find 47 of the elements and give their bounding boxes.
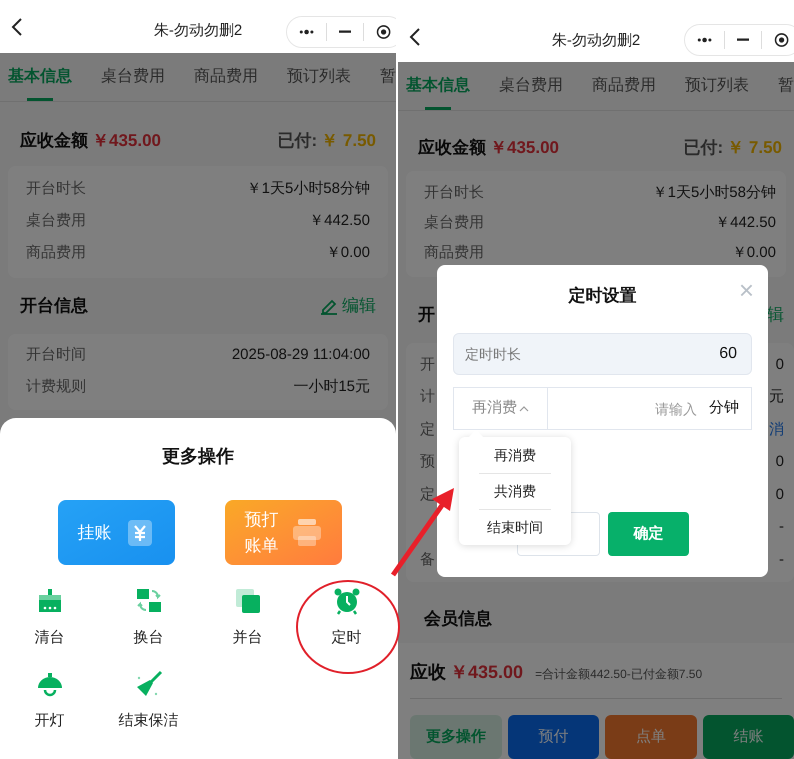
paid-label: 已付: bbox=[278, 130, 318, 152]
row-value: ￥442.50 bbox=[715, 213, 776, 234]
row-label: 开 bbox=[420, 354, 435, 374]
row-value: ￥0.00 bbox=[732, 243, 776, 264]
row-value: 一小时15元 bbox=[293, 377, 370, 398]
amount-label: 应收金额 bbox=[20, 130, 88, 152]
row-label: 开台时长 bbox=[424, 183, 484, 204]
section-title: 开台信息 bbox=[20, 294, 88, 317]
row-value: 元 bbox=[769, 387, 784, 407]
dialog-title: 定时设置 bbox=[568, 285, 636, 307]
row-label: 桌台费用 bbox=[424, 213, 484, 234]
due-label: 应收 bbox=[410, 661, 446, 684]
row-label: 商品费用 bbox=[26, 243, 86, 264]
row-value: - bbox=[779, 550, 784, 570]
row-value: ￥1天5小时58分钟 bbox=[246, 179, 370, 200]
due-amount: ￥435.00 bbox=[490, 137, 559, 159]
section-title: 开 bbox=[418, 304, 435, 326]
row-value: 0 bbox=[776, 452, 784, 472]
paid-amount: ￥ 7.50 bbox=[727, 137, 782, 159]
row-label: 开台时间 bbox=[26, 345, 86, 366]
unit-label: 分钟 bbox=[709, 398, 740, 418]
amount-label: 应收金额 bbox=[418, 137, 486, 159]
row-label: 开台时长 bbox=[26, 179, 86, 200]
row-label: 桌台费用 bbox=[26, 211, 86, 232]
row-label: 商品费用 bbox=[424, 243, 484, 264]
row-value: 0 bbox=[776, 354, 784, 374]
row-label: 定 bbox=[420, 484, 435, 504]
row-label: 预 bbox=[420, 452, 435, 472]
section-title: 会员信息 bbox=[424, 608, 492, 630]
row-value: - bbox=[779, 517, 784, 537]
window-title: 朱-勿动勿删2 bbox=[552, 32, 640, 49]
row-value: ￥442.50 bbox=[309, 211, 370, 232]
due-amount: ￥435.00 bbox=[450, 661, 524, 684]
row-value: 2025-08-29 11:04:00 bbox=[232, 345, 370, 366]
row-label: 定 bbox=[420, 420, 435, 440]
row-value: 0 bbox=[776, 484, 784, 504]
row-label: 计费规则 bbox=[26, 377, 86, 398]
row-value: ￥0.00 bbox=[326, 243, 370, 264]
row-value: ￥1天5小时58分钟 bbox=[652, 183, 776, 204]
window-title: 朱-勿动勿删2 bbox=[154, 22, 242, 39]
row-label: 计 bbox=[420, 387, 435, 407]
paid-amount: ￥ 7.50 bbox=[321, 130, 376, 152]
formula-text: =合计金额442.50-已付金额7.50 bbox=[535, 666, 702, 683]
paid-label: 已付: bbox=[684, 137, 724, 159]
due-amount: ￥435.00 bbox=[92, 130, 161, 152]
row-label: 备 bbox=[420, 550, 435, 570]
sheet-title: 更多操作 bbox=[162, 445, 234, 468]
